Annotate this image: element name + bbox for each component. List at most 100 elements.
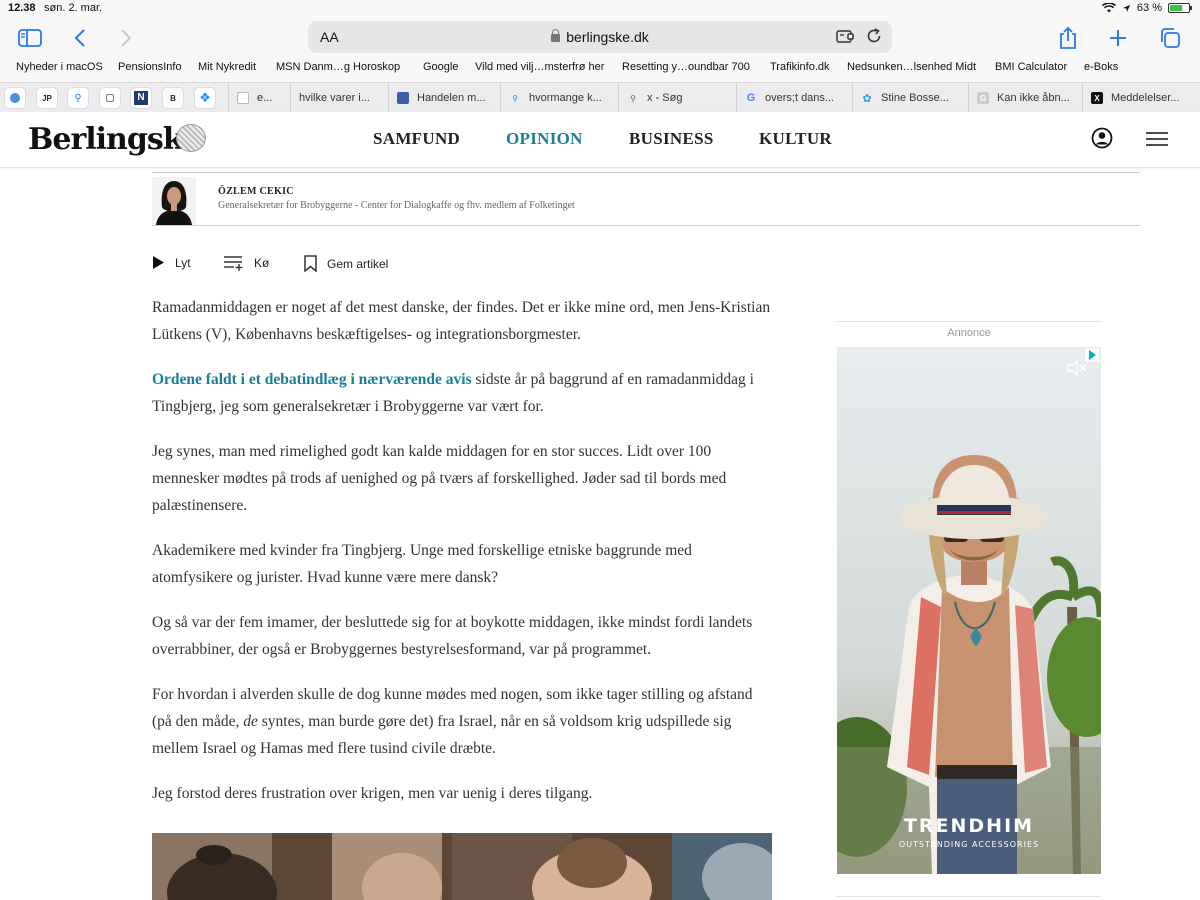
article-paragraph: For hvordan i alverden skulle de dog kun… (152, 681, 772, 762)
berlingske-logo[interactable]: Berlingske (28, 122, 202, 157)
ad-tagline: OUTSTANDING ACCESSORIES (898, 840, 1040, 849)
tab-title: hvormange k... (529, 92, 602, 104)
news-n-icon: N (134, 91, 148, 105)
pinned-tab[interactable]: ❖ (194, 87, 216, 109)
tab[interactable]: X Meddelelser... (1082, 83, 1200, 113)
bookmark-item[interactable]: PensionsInfo (118, 61, 182, 73)
forward-icon[interactable] (112, 24, 140, 52)
reload-icon[interactable] (866, 28, 882, 49)
queue-button[interactable]: Kø (224, 255, 269, 271)
nav-samfund[interactable]: SAMFUND (373, 129, 460, 149)
pinned-tab-active[interactable]: B (162, 87, 184, 109)
location-icon (1122, 4, 1131, 12)
author-photo (152, 177, 196, 225)
debate-article-link[interactable]: Ordene faldt i et debatindlæg i nærværen… (152, 371, 472, 388)
author-name[interactable]: ÖZLEM CEKIC (218, 186, 294, 197)
address-bar[interactable]: AA berlingske.dk (308, 21, 892, 53)
article-paragraph: Jeg forstod deres frustration over krige… (152, 785, 593, 802)
search-icon: ⚲ (512, 93, 518, 103)
save-article-label: Gem artikel (327, 256, 389, 271)
tab-title: x - Søg (647, 92, 683, 104)
crest-icon (176, 124, 206, 152)
article-paragraph: Jeg synes, man med rimelighed godt kan k… (152, 443, 727, 514)
bookmark-item[interactable]: Nyheder i macOS (16, 61, 103, 73)
bookmark-item[interactable]: Vild med vilj…msterfrø her (475, 61, 604, 73)
status-time: 12.38 (8, 2, 36, 14)
browser-chrome: 12.38 søn. 2. mar. 63 % AA berlingske.dk (0, 0, 1200, 113)
tab-title: overs;t dans... (765, 92, 835, 104)
emphasis-text: de (243, 713, 258, 730)
divider (837, 896, 1101, 897)
divider (152, 225, 1140, 226)
bookmark-item[interactable]: e-Boks (1084, 61, 1118, 73)
article-paragraph: Ordene faldt i et debatindlæg i nærværen… (152, 366, 772, 420)
pinned-tab[interactable]: ⚲ (67, 87, 89, 109)
address-url: berlingske.dk (308, 29, 892, 45)
tab[interactable]: Handelen m... (388, 83, 500, 113)
listen-button[interactable]: Lyt (152, 255, 191, 270)
article-body: Ramadanmiddagen er noget af det mest dan… (152, 294, 772, 825)
nav-opinion[interactable]: OPINION (506, 129, 583, 149)
back-icon[interactable] (66, 24, 94, 52)
lock-icon (551, 29, 561, 42)
tab[interactable]: e... (228, 83, 290, 113)
globe-icon (10, 93, 20, 103)
bookmark-item[interactable]: Google (423, 61, 458, 73)
bookmark-item[interactable]: Resetting y…oundbar 700 (622, 61, 750, 73)
bookmark-item[interactable]: BMI Calculator (995, 61, 1067, 73)
tab[interactable]: ⚲ hvormange k... (500, 83, 618, 113)
bookmark-item[interactable]: Mit Nykredit (198, 61, 256, 73)
wifi-icon (1101, 3, 1116, 13)
tab-title: Meddelelser... (1111, 92, 1180, 104)
add-to-queue-icon (224, 256, 243, 271)
nav-kultur[interactable]: KULTUR (759, 129, 832, 149)
tab[interactable]: Govers;t dans... (736, 83, 852, 113)
tab[interactable]: ✿ Stine Bosse... (852, 83, 968, 113)
tab-overview-icon[interactable] (1156, 24, 1184, 52)
share-icon[interactable] (1054, 24, 1082, 52)
sidebar-toggle-icon[interactable] (16, 24, 44, 52)
save-article-button[interactable]: Gem artikel (304, 255, 388, 272)
divider (837, 321, 1101, 322)
ad-label: Annonce (947, 327, 991, 339)
queue-label: Kø (254, 256, 270, 270)
pinned-tab[interactable] (4, 87, 26, 109)
pinned-tab-label: B (170, 93, 176, 103)
g-favicon-icon: G (977, 92, 989, 104)
tab[interactable]: hvilke varer i... (290, 83, 388, 113)
url-text: berlingske.dk (566, 29, 649, 45)
tab[interactable]: ⚲ x - Søg (618, 83, 736, 113)
article-paragraph: Ramadanmiddagen er noget af det mest dan… (152, 299, 771, 343)
new-tab-icon[interactable] (1104, 24, 1132, 52)
article-paragraph: Akademikere med kvinder fra Tingbjerg. U… (152, 542, 692, 586)
author-description: Generalsekretær for Brobyggerne - Center… (218, 200, 575, 211)
bookmark-item[interactable]: Nedsunken…lsenhed Midt (847, 61, 976, 73)
nav-business[interactable]: BUSINESS (629, 129, 714, 149)
article-paragraph: Og så var der fem imamer, der besluttede… (152, 614, 753, 658)
pinned-tab[interactable]: N (130, 87, 152, 109)
page-favicon-icon (397, 92, 409, 104)
user-account-icon[interactable] (1091, 127, 1113, 149)
bookmark-item[interactable]: Trafikinfo.dk (770, 61, 830, 73)
tab-bar: JP ⚲ N B ❖ e... hvilke varer i... Handel… (0, 82, 1200, 113)
bookmarks-bar: Nyheder i macOS PensionsInfo Mit Nykredi… (0, 58, 1200, 78)
tab[interactable]: G Kan ikke åbn... (968, 83, 1082, 113)
mute-icon[interactable] (1067, 359, 1089, 377)
tab-title: hvilke varer i... (299, 92, 370, 104)
divider (152, 172, 1140, 173)
page-favicon-icon (237, 92, 249, 104)
bookmark-item[interactable]: MSN Danm…g Horoskop (276, 61, 400, 73)
ad-brand: TRENDHIM (903, 815, 1035, 837)
battery-icon (1168, 3, 1192, 13)
hamburger-menu-icon[interactable] (1146, 132, 1168, 146)
pinned-tab[interactable] (99, 87, 121, 109)
twitter-icon: ✿ (862, 92, 872, 105)
pinned-tab[interactable]: JP (36, 87, 58, 109)
browser-toolbar: AA berlingske.dk (0, 18, 1200, 56)
extension-icon[interactable] (836, 28, 854, 49)
pinned-tab-label: JP (42, 93, 52, 103)
advertisement[interactable]: TRENDHIM OUTSTANDING ACCESSORIES (837, 347, 1101, 874)
tab-title: Stine Bosse... (881, 92, 949, 104)
article-photo[interactable] (152, 833, 772, 900)
x-icon: X (1091, 92, 1103, 104)
